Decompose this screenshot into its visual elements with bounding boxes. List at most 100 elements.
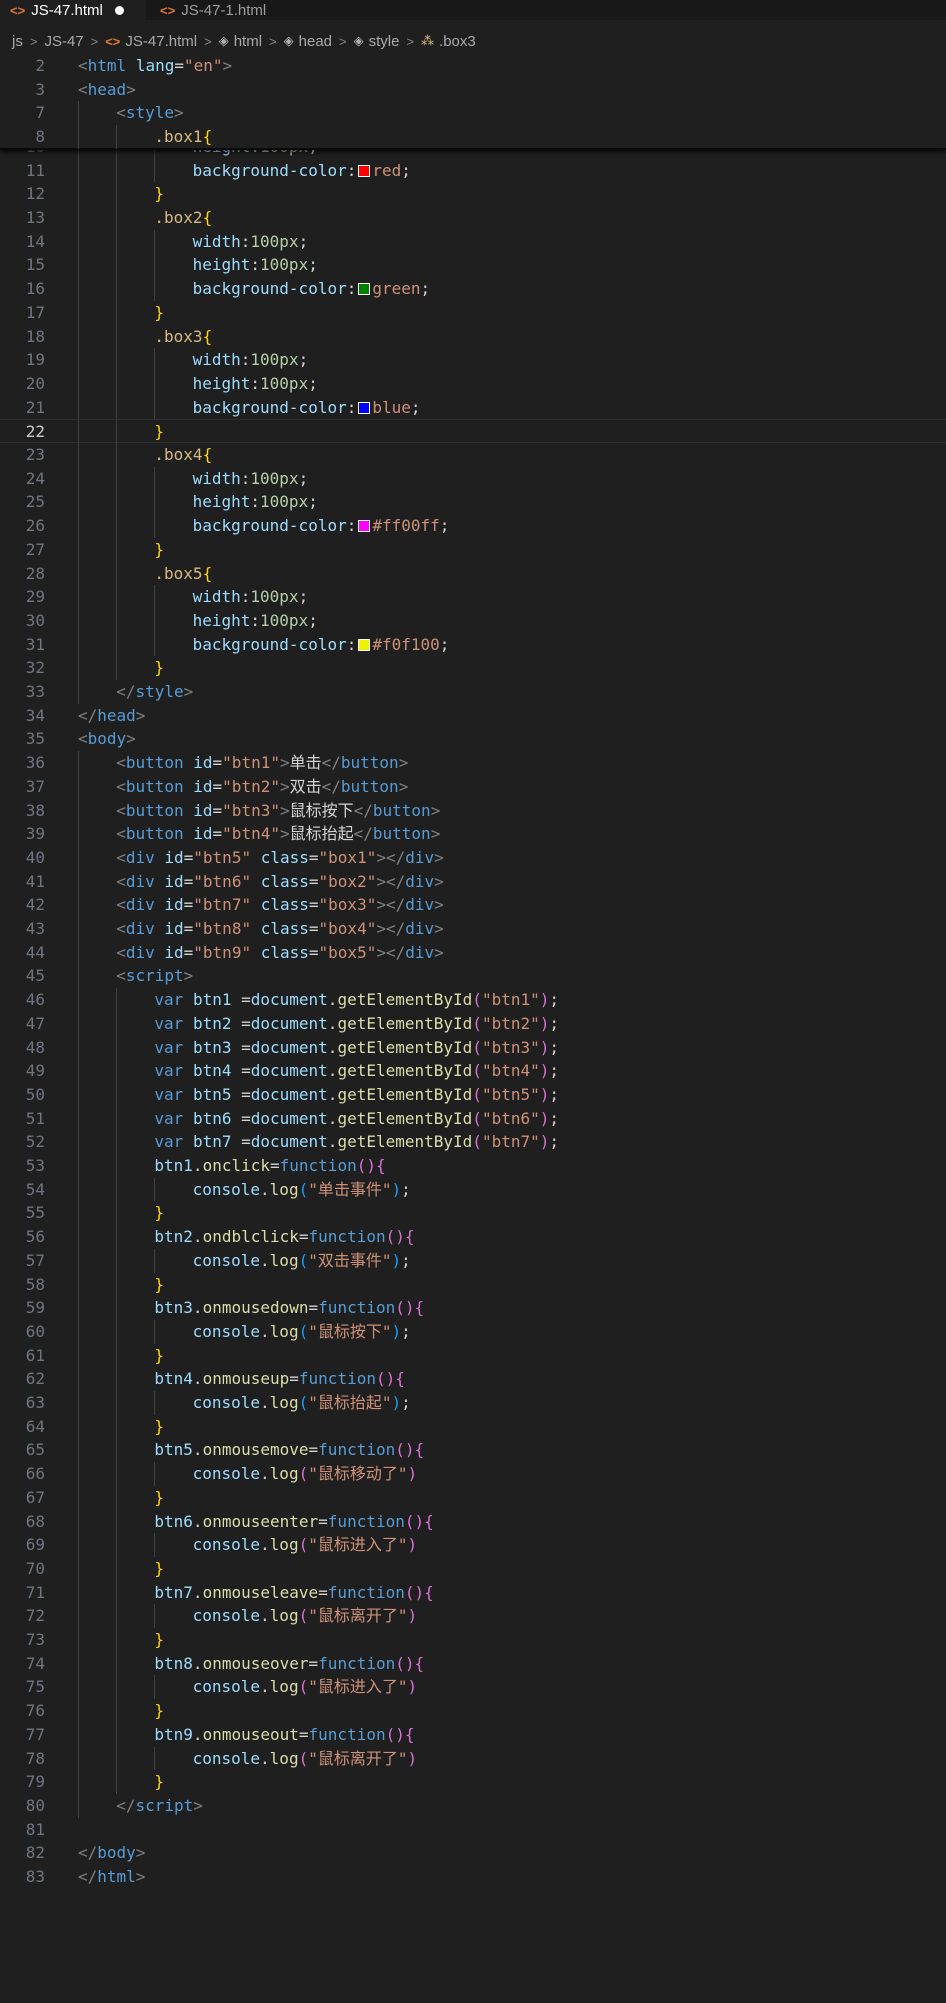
code-line[interactable]: 18 .box3{ <box>0 324 946 349</box>
code-line[interactable]: 44 <div id="btn9" class="box5"></div> <box>0 940 946 965</box>
code-line[interactable]: 59 btn3.onmousedown=function(){ <box>0 1296 946 1320</box>
code-line[interactable]: 31 background-color: #f0f100; <box>0 632 946 657</box>
code-line[interactable]: 52 var btn7 =document.getElementById("btn… <box>0 1130 946 1155</box>
code-line[interactable]: 60 console.log("鼠标按下"); <box>0 1319 946 1344</box>
code-line[interactable]: 2 <html lang="en"> <box>0 54 946 78</box>
code-line[interactable]: 7 <style> <box>0 101 946 126</box>
code-token: log <box>269 1748 299 1768</box>
code-line[interactable]: 25 height:100px; <box>0 490 946 515</box>
code-line[interactable]: 34 </head> <box>0 704 946 728</box>
code-line[interactable]: 83 </html> <box>0 1865 946 1889</box>
code-line[interactable]: 19 width:100px; <box>0 348 946 372</box>
code-line[interactable]: 41 <div id="btn6" class="box2"></div> <box>0 869 946 894</box>
code-line[interactable]: 23 .box4{ <box>0 443 946 467</box>
code-line[interactable]: 76} <box>0 1699 946 1723</box>
code-line[interactable]: 40 <div id="btn5" class="box1"></div> <box>0 845 946 870</box>
code-line[interactable]: 79} <box>0 1770 946 1794</box>
code-line[interactable]: 30 height:100px; <box>0 608 946 633</box>
code-line[interactable]: 68 btn6.onmouseenter=function(){ <box>0 1509 946 1534</box>
indent-guide <box>154 1248 156 1273</box>
breadcrumb-item-symbol[interactable]: .box3 <box>439 33 476 50</box>
breadcrumb-item-folder[interactable]: JS-47 <box>44 33 83 50</box>
code-line[interactable]: 66 console.log("鼠标移动了") <box>0 1462 946 1486</box>
code-line[interactable]: 28 .box5{ <box>0 561 946 586</box>
code-line[interactable]: 74 btn8.onmouseover=function(){ <box>0 1651 946 1676</box>
color-swatch-icon[interactable] <box>358 401 371 414</box>
sticky-scroll-header[interactable]: 2 <html lang="en"> 3 <head> 7 <style> 8 .box1{ <box>0 54 946 150</box>
code-line[interactable]: 33 </style> <box>0 680 946 704</box>
code-line[interactable]: 67} <box>0 1485 946 1510</box>
code-line[interactable]: 73} <box>0 1628 946 1652</box>
code-line[interactable]: 3 <head> <box>0 78 946 102</box>
code-line[interactable]: 54 console.log("单击事件"); <box>0 1177 946 1202</box>
tab-js-47-html[interactable]: <> JS-47.html <box>0 0 146 20</box>
color-swatch-icon[interactable] <box>358 638 371 651</box>
code-line[interactable]: 62 btn4.onmouseup=function(){ <box>0 1367 946 1392</box>
code-line[interactable]: 61} <box>0 1343 946 1368</box>
code-line[interactable]: 55} <box>0 1201 946 1226</box>
code-token: = <box>231 990 251 1010</box>
code-line[interactable]: 57 console.log("双击事件"); <box>0 1248 946 1273</box>
code-line[interactable]: 27} <box>0 537 946 562</box>
code-line[interactable]: 71 btn7.onmouseleave=function(){ <box>0 1580 946 1605</box>
code-line[interactable]: 75 console.log("鼠标进入了") <box>0 1675 946 1700</box>
code-line[interactable]: 53 btn1.onclick=function(){ <box>0 1154 946 1178</box>
code-line[interactable]: 43 <div id="btn8" class="box4"></div> <box>0 917 946 941</box>
tab-js-47-1-html[interactable]: <> JS-47-1.html <box>150 0 266 20</box>
code-line[interactable]: 72 console.log("鼠标离开了") <box>0 1604 946 1629</box>
breadcrumb-item-symbol[interactable]: head <box>299 33 332 50</box>
code-line[interactable]: 24 width:100px; <box>0 466 946 491</box>
code-line[interactable]: 36 <button id="btn1">单击</button> <box>0 751 946 775</box>
code-line[interactable]: 17} <box>0 300 946 325</box>
code-line[interactable]: 13 .box2{ <box>0 206 946 230</box>
code-line[interactable]: 65 btn5.onmousemove=function(){ <box>0 1438 946 1463</box>
code-line[interactable]: 47 var btn2 =document.getElementById("btn… <box>0 1011 946 1036</box>
color-swatch-icon[interactable] <box>358 283 371 296</box>
code-line[interactable]: 64} <box>0 1414 946 1439</box>
code-token: button <box>125 776 184 796</box>
breadcrumb-item-file[interactable]: JS-47.html <box>125 33 197 50</box>
breadcrumb-item-folder[interactable]: js <box>12 33 23 50</box>
code-line[interactable]: 48 var btn3 =document.getElementById("btn… <box>0 1035 946 1060</box>
code-line[interactable]: 32} <box>0 656 946 681</box>
code-line[interactable]: 78 console.log("鼠标离开了") <box>0 1746 946 1771</box>
code-line[interactable]: 45 <script> <box>0 964 946 989</box>
code-line[interactable]: 50 var btn5 =document.getElementById("btn… <box>0 1082 946 1107</box>
code-line[interactable]: 8 .box1{ <box>0 125 946 149</box>
code-line[interactable]: 82 </body> <box>0 1841 946 1865</box>
code-line[interactable]: 63 console.log("鼠标抬起"); <box>0 1391 946 1415</box>
editor-scroll-area[interactable]: 10height:100px;11background-color:red;12… <box>0 54 946 2003</box>
code-line[interactable]: 49 var btn4 =document.getElementById("btn… <box>0 1059 946 1083</box>
code-line[interactable]: 22} <box>0 419 946 445</box>
code-line[interactable]: 42 <div id="btn7" class="box3"></div> <box>0 893 946 918</box>
code-line[interactable]: 70} <box>0 1556 946 1581</box>
color-swatch-icon[interactable] <box>358 164 371 177</box>
code-line[interactable]: 69 console.log("鼠标进入了") <box>0 1533 946 1557</box>
code-line[interactable]: 35 <body> <box>0 727 946 751</box>
code-line[interactable]: 15 height:100px; <box>0 253 946 278</box>
breadcrumb-item-symbol[interactable]: style <box>369 33 400 50</box>
code-line[interactable]: 77 btn9.onmouseout=function(){ <box>0 1722 946 1747</box>
unsaved-dot-icon[interactable] <box>114 5 124 15</box>
code-line[interactable]: 16 background-color: green; <box>0 277 946 301</box>
code-line[interactable]: 29 width:100px; <box>0 585 946 609</box>
code-line[interactable]: 58} <box>0 1272 946 1297</box>
code-line[interactable]: 38 <button id="btn3">鼠标按下</button> <box>0 798 946 823</box>
code-line[interactable]: 51 var btn6 =document.getElementById("btn… <box>0 1106 946 1131</box>
code-line[interactable]: 21 background-color: blue; <box>0 395 946 420</box>
code-line[interactable]: 12} <box>0 182 946 207</box>
code-line[interactable]: 20 height:100px; <box>0 371 946 396</box>
code-editor[interactable]: 10height:100px;11background-color:red;12… <box>0 54 946 2003</box>
code-line[interactable]: 80 </script> <box>0 1793 946 1818</box>
code-line[interactable]: 37 <button id="btn2">双击</button> <box>0 774 946 799</box>
code-text: btn9.onmouseout=function(){ <box>154 1723 414 1747</box>
code-line[interactable]: 11 background-color: red; <box>0 158 946 183</box>
color-swatch-icon[interactable] <box>358 520 371 533</box>
breadcrumb-item-symbol[interactable]: html <box>234 33 262 50</box>
code-line[interactable]: 26 background-color: #ff00ff; <box>0 514 946 538</box>
code-line[interactable]: 81 <box>0 1818 946 1842</box>
code-line[interactable]: 14 width:100px; <box>0 229 946 254</box>
code-line[interactable]: 39 <button id="btn4">鼠标抬起</button> <box>0 822 946 846</box>
code-line[interactable]: 46 var btn1 =document.getElementById("btn… <box>0 988 946 1012</box>
code-line[interactable]: 56 btn2.ondblclick=function(){ <box>0 1225 946 1249</box>
